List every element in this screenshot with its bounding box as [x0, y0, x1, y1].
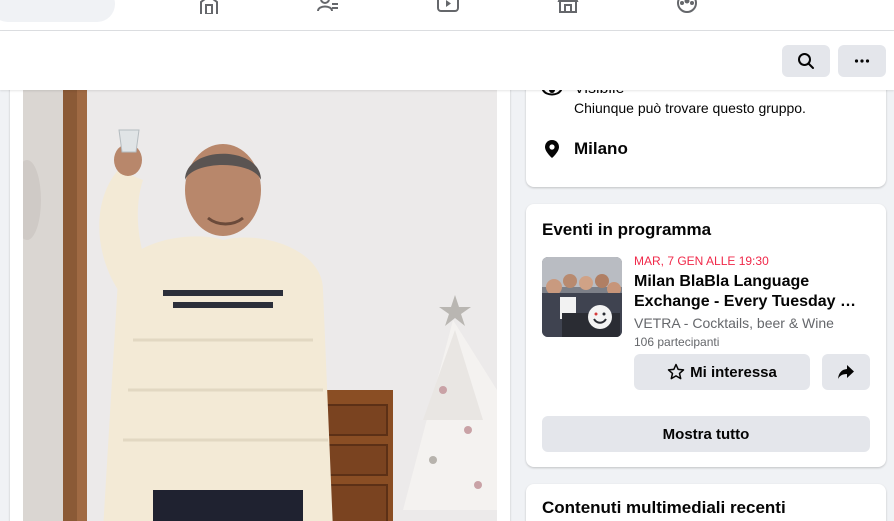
post-photo[interactable]	[23, 90, 497, 521]
location-link[interactable]: Milano	[574, 139, 628, 159]
visibility-description: Chiunque può trovare questo gruppo.	[574, 100, 806, 116]
events-title: Eventi in programma	[542, 220, 712, 239]
show-all-events-button[interactable]: Mostra tutto	[542, 416, 870, 452]
interested-label: Mi interessa	[690, 363, 777, 381]
location-pin-icon	[545, 140, 559, 158]
event-thumbnail[interactable]	[542, 257, 622, 337]
event-name-line-1: Milan BlaBla Language	[634, 273, 810, 290]
post-card	[10, 60, 510, 521]
friends-icon[interactable]	[315, 0, 341, 14]
more-icon	[854, 59, 870, 63]
star-outline-icon	[667, 363, 685, 380]
search-icon	[798, 53, 814, 69]
event-date: MAR, 7 GEN ALLE 19:30	[634, 254, 769, 268]
upcoming-events-card: Eventi in programma MAR, 7 GEN ALLE 19:3…	[526, 204, 886, 467]
home-icon[interactable]	[196, 0, 222, 14]
event-participants: 106 partecipanti	[634, 335, 720, 349]
interested-button[interactable]: Mi interessa	[634, 354, 810, 390]
share-event-button[interactable]	[822, 354, 870, 390]
group-header-bar	[0, 31, 894, 90]
event-name-link[interactable]: Milan BlaBla Language Exchange - Every T…	[634, 272, 874, 312]
more-options-button[interactable]	[838, 45, 886, 77]
media-title: Contenuti multimediali recenti	[542, 498, 786, 517]
recent-media-card: Contenuti multimediali recenti	[526, 484, 886, 521]
top-navigation-bar	[0, 0, 894, 31]
groups-icon[interactable]	[674, 0, 700, 14]
location-row: Milano	[542, 139, 628, 159]
marketplace-icon[interactable]	[555, 0, 581, 14]
video-icon[interactable]	[435, 0, 461, 14]
event-venue: VETRA - Cocktails, beer & Wine	[634, 315, 834, 331]
share-icon	[838, 365, 854, 379]
event-name-line-2: Exchange - Every Tuesday …	[634, 293, 857, 310]
search-button[interactable]	[782, 45, 830, 77]
facebook-search-field[interactable]	[0, 0, 115, 22]
